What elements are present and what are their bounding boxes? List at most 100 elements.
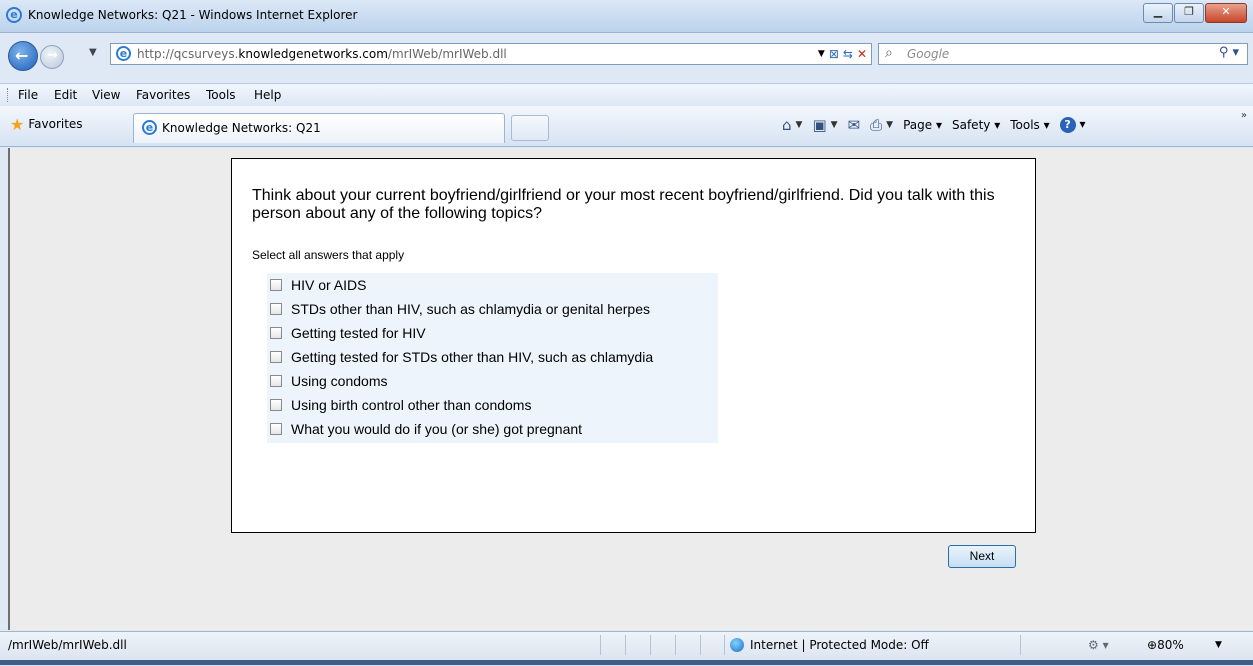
toolbar-grip[interactable] <box>7 88 10 102</box>
favorites-label: Favorites <box>28 117 83 131</box>
option-hiv-aids[interactable]: HIV or AIDS <box>270 275 366 295</box>
status-divider <box>675 635 676 655</box>
option-label: What you would do if you (or she) got pr… <box>291 421 583 437</box>
zoom-dropdown-icon[interactable]: ▼ <box>1215 640 1222 650</box>
zone-label: Internet | Protected Mode: Off <box>750 638 929 652</box>
refresh-icon[interactable]: ⇆ <box>843 47 853 61</box>
checkbox[interactable] <box>270 399 282 411</box>
close-icon: ✕ <box>1221 5 1231 18</box>
status-divider <box>700 635 701 655</box>
page-icon: e <box>116 46 131 61</box>
option-birth-control[interactable]: Using birth control other than condoms <box>270 395 531 415</box>
home-dropdown-icon[interactable]: ▼ <box>796 120 803 130</box>
checkbox[interactable] <box>270 303 282 315</box>
favorites-bar: ★ Favorites e Knowledge Networks: Q21 ⌂ ▼ … <box>0 106 1253 147</box>
new-tab-button[interactable] <box>511 115 549 141</box>
taskbar-strip <box>0 660 1253 665</box>
help-menu-button[interactable]: ? ▾ <box>1059 117 1085 133</box>
page-menu-button[interactable]: Page ▾ <box>903 118 942 132</box>
minimize-icon: ▁ <box>1153 5 1163 18</box>
option-label: Using condoms <box>291 373 388 389</box>
popup-blocker-icon[interactable]: ⚙ ▾ <box>1088 638 1109 652</box>
checkbox[interactable] <box>270 351 282 363</box>
status-divider <box>724 635 725 655</box>
status-divider <box>625 635 626 655</box>
checkbox[interactable] <box>270 279 282 291</box>
menu-favorites[interactable]: Favorites <box>136 88 190 102</box>
address-dropdown-icon[interactable]: ▼ <box>818 49 825 59</box>
tools-menu-button[interactable]: Tools ▾ <box>1010 118 1049 132</box>
tab-label: Knowledge Networks: Q21 <box>162 121 321 135</box>
title-bar: e Knowledge Networks: Q21 - Windows Inte… <box>0 0 1253 33</box>
option-label: Getting tested for STDs other than HIV, … <box>291 349 654 365</box>
tab-knowledge-networks[interactable]: e Knowledge Networks: Q21 <box>133 113 505 143</box>
menu-tools[interactable]: Tools <box>206 88 236 102</box>
menu-help[interactable]: Help <box>254 88 281 102</box>
question-text: Think about your current boyfriend/girlf… <box>252 187 995 222</box>
recent-pages-dropdown-icon[interactable]: ▼ <box>89 47 97 58</box>
back-arrow-icon: ← <box>15 46 29 65</box>
search-icon[interactable]: ⚲ ▾ <box>1219 45 1239 60</box>
restore-icon: ❐ <box>1184 5 1194 18</box>
home-icon[interactable]: ⌂ <box>782 116 792 134</box>
instruction-text: Select all answers that apply <box>252 248 405 262</box>
option-label: Getting tested for HIV <box>291 325 426 341</box>
print-dropdown-icon[interactable]: ▼ <box>886 120 893 130</box>
more-commands-chevron-icon[interactable]: » <box>1241 110 1247 121</box>
back-button[interactable]: ← <box>8 41 38 71</box>
stop-icon[interactable]: ✕ <box>857 47 867 61</box>
option-tested-hiv[interactable]: Getting tested for HIV <box>270 323 426 343</box>
status-divider <box>1020 635 1021 655</box>
read-mail-icon[interactable]: ✉ <box>848 116 861 134</box>
status-text: /mrIWeb/mrIWeb.dll <box>8 638 127 652</box>
address-bar[interactable]: e http://qcsurveys.knowledgenetworks.com… <box>110 43 872 65</box>
forward-button[interactable]: → <box>40 45 64 69</box>
print-icon[interactable]: ⎙ <box>870 116 882 134</box>
option-pregnant[interactable]: What you would do if you (or she) got pr… <box>270 419 582 439</box>
window-controls: ▁ ❐ ✕ <box>1142 3 1247 23</box>
option-label: Using birth control other than condoms <box>291 397 532 413</box>
compatibility-view-icon[interactable]: ⊠ <box>829 47 839 61</box>
question-panel: Think about your current boyfriend/girlf… <box>231 158 1036 533</box>
checkbox[interactable] <box>270 327 282 339</box>
answer-options: HIV or AIDS STDs other than HIV, such as… <box>267 273 718 443</box>
option-condoms[interactable]: Using condoms <box>270 371 388 391</box>
option-label: HIV or AIDS <box>291 277 367 293</box>
maximize-button[interactable]: ❐ <box>1174 3 1204 23</box>
close-button[interactable]: ✕ <box>1205 3 1247 23</box>
url-path: /mrIWeb/mrIWeb.dll <box>387 47 507 61</box>
window-title: Knowledge Networks: Q21 - Windows Intern… <box>28 8 358 22</box>
menu-file[interactable]: File <box>18 88 38 102</box>
url-prefix: http://qcsurveys. <box>137 47 239 61</box>
next-button[interactable]: Next <box>948 545 1016 568</box>
url-text[interactable]: http://qcsurveys.knowledgenetworks.com/m… <box>137 47 507 61</box>
url-domain: knowledgenetworks.com <box>238 47 388 61</box>
feeds-icon[interactable]: ▣ <box>812 116 826 134</box>
internet-globe-icon <box>730 638 744 652</box>
menu-edit[interactable]: Edit <box>54 88 77 102</box>
feeds-dropdown-icon[interactable]: ▼ <box>831 120 838 130</box>
search-provider-icon: ⌕ <box>885 45 893 61</box>
ie-logo-icon: e <box>6 7 22 23</box>
zoom-control[interactable]: ⊕80% <box>1147 638 1184 652</box>
address-tools: ▼ ⊠ ⇆ ✕ <box>818 45 867 63</box>
security-zone[interactable]: Internet | Protected Mode: Off <box>730 638 929 652</box>
checkbox[interactable] <box>270 375 282 387</box>
option-tested-stds[interactable]: Getting tested for STDs other than HIV, … <box>270 347 653 367</box>
favorites-star-icon: ★ <box>10 115 25 134</box>
favorites-button[interactable]: ★ Favorites <box>10 115 83 134</box>
option-stds[interactable]: STDs other than HIV, such as chlamydia o… <box>270 299 650 319</box>
safety-menu-label: Safety <box>951 118 991 132</box>
command-bar: ⌂ ▼ ▣ ▼ ✉ ⎙ ▼ Page ▾ Safety ▾ Tools ▾ ? ▾ <box>782 116 1095 134</box>
tab-page-icon: e <box>142 120 157 135</box>
menu-view[interactable]: View <box>92 88 120 102</box>
status-divider <box>600 635 601 655</box>
search-placeholder: Google <box>907 47 950 61</box>
checkbox[interactable] <box>270 423 282 435</box>
navigation-bar: ← → ▼ e http://qcsurveys.knowledgenetwor… <box>0 33 1253 77</box>
zoom-value: 80% <box>1157 638 1184 652</box>
safety-menu-button[interactable]: Safety ▾ <box>952 118 1000 132</box>
forward-arrow-icon: → <box>47 48 58 63</box>
search-box[interactable]: ⌕ Google ⚲ ▾ <box>878 43 1248 65</box>
minimize-button[interactable]: ▁ <box>1143 3 1173 23</box>
